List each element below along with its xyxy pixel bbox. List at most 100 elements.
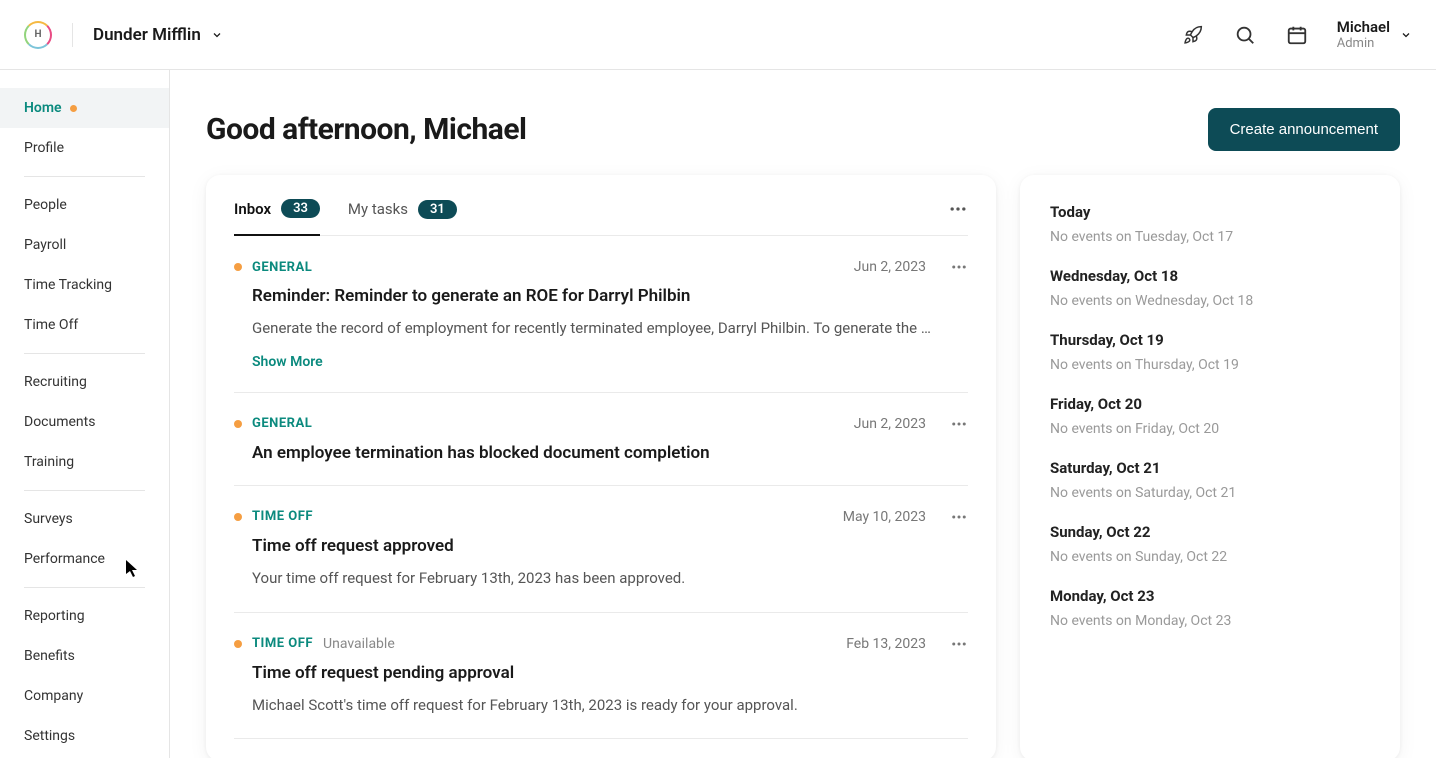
user-name: Michael — [1337, 18, 1390, 36]
inbox-list: GENERALJun 2, 2023 Reminder: Reminder to … — [234, 236, 968, 739]
inbox-item-title: Reminder: Reminder to generate an ROE fo… — [252, 286, 968, 306]
chevron-down-icon — [211, 29, 223, 41]
sidebar-item-home[interactable]: Home — [0, 88, 169, 128]
inbox-item-title: Time off request pending approval — [252, 663, 968, 683]
rocket-icon[interactable] — [1181, 23, 1205, 47]
sidebar-item-reporting[interactable]: Reporting — [0, 596, 169, 636]
notification-dot-icon — [70, 105, 77, 112]
tab-my-tasks[interactable]: My tasks 31 — [348, 200, 457, 235]
sidebar-item-label: Company — [24, 688, 83, 704]
inbox-item-menu-button[interactable] — [950, 508, 968, 526]
inbox-item-date: Feb 13, 2023 — [846, 636, 926, 652]
event-date: Friday, Oct 20 — [1050, 395, 1370, 413]
sidebar-item-recruiting[interactable]: Recruiting — [0, 362, 169, 402]
page-head: Good afternoon, Michael Create announcem… — [206, 108, 1400, 151]
inbox-item[interactable]: GENERALJun 2, 2023An employee terminatio… — [234, 393, 968, 486]
event-day: Saturday, Oct 21No events on Saturday, O… — [1050, 459, 1370, 501]
chevron-down-icon — [1400, 29, 1412, 41]
workspace-name: Dunder Mifflin — [93, 25, 201, 45]
header-right: Michael Admin — [1181, 18, 1412, 51]
event-day: Today No events on Tuesday, Oct 17 — [1050, 203, 1370, 245]
show-more-link[interactable]: Show More — [252, 354, 968, 370]
inbox-item[interactable]: TIME OFF May 10, 2023 Time off request app… — [234, 486, 968, 613]
unread-dot-icon — [234, 263, 242, 271]
sidebar-item-time-off[interactable]: Time Off — [0, 305, 169, 345]
inbox-item-category: TIME OFF — [252, 636, 313, 651]
unread-dot-icon — [234, 513, 242, 521]
event-day: Thursday, Oct 19No events on Thursday, O… — [1050, 331, 1370, 373]
inbox-item-header: GENERALJun 2, 2023 — [234, 258, 968, 276]
inbox-item-menu-button[interactable] — [950, 635, 968, 653]
inbox-item-body: Michael Scott's time off request for Feb… — [252, 695, 968, 717]
tab-inbox[interactable]: Inbox 33 — [234, 199, 320, 236]
search-icon[interactable] — [1233, 23, 1257, 47]
sidebar-item-training[interactable]: Training — [0, 442, 169, 482]
unread-dot-icon — [234, 640, 242, 648]
sidebar-item-label: Time Tracking — [24, 277, 112, 293]
inbox-item-date: Jun 2, 2023 — [854, 416, 926, 432]
sidebar-divider — [24, 176, 145, 177]
sidebar-divider — [24, 587, 145, 588]
inbox-item-date: May 10, 2023 — [843, 509, 926, 525]
event-empty-text: No events on Wednesday, Oct 18 — [1050, 293, 1370, 309]
inbox-item-header: TIME OFF Unavailable Feb 13, 2023 — [234, 635, 968, 653]
sidebar-item-time-tracking[interactable]: Time Tracking — [0, 265, 169, 305]
sidebar-item-label: Performance — [24, 551, 105, 567]
inbox-item-title: Time off request approved — [252, 536, 968, 556]
tab-inbox-count: 33 — [281, 199, 320, 218]
sidebar-item-label: Home — [24, 100, 62, 116]
user-menu[interactable]: Michael Admin — [1337, 18, 1412, 51]
sidebar-item-label: Training — [24, 454, 74, 470]
event-day: Friday, Oct 20 No events on Friday, Oct 2… — [1050, 395, 1370, 437]
event-empty-text: No events on Tuesday, Oct 17 — [1050, 229, 1370, 245]
inbox-item-menu-button[interactable] — [950, 415, 968, 433]
inbox-item-subcategory: Unavailable — [323, 636, 395, 652]
inbox-item[interactable]: GENERALJun 2, 2023 Reminder: Reminder to … — [234, 236, 968, 393]
inbox-item-body: Your time off request for February 13th,… — [252, 568, 968, 590]
sidebar-item-surveys[interactable]: Surveys — [0, 499, 169, 539]
inbox-item-header: GENERALJun 2, 2023 — [234, 415, 968, 433]
sidebar-item-payroll[interactable]: Payroll — [0, 225, 169, 265]
tab-mytasks-count: 31 — [418, 200, 457, 219]
create-announcement-button[interactable]: Create announcement — [1208, 108, 1400, 151]
sidebar-divider — [24, 353, 145, 354]
sidebar-item-label: Reporting — [24, 608, 85, 624]
events-card: TodayNo events on Tuesday, Oct 17Wednesd… — [1020, 175, 1400, 758]
inbox-item-category: TIME OFF — [252, 509, 313, 524]
sidebar-item-company[interactable]: Company — [0, 676, 169, 716]
workspace-switcher[interactable]: Dunder Mifflin — [93, 25, 223, 45]
sidebar-item-profile[interactable]: Profile — [0, 128, 169, 168]
sidebar-item-label: Settings — [24, 728, 75, 744]
event-date: Today — [1050, 203, 1370, 221]
event-empty-text: No events on Sunday, Oct 22 — [1050, 549, 1370, 565]
sidebar-item-label: People — [24, 197, 67, 213]
page-title: Good afternoon, Michael — [206, 112, 526, 147]
calendar-icon[interactable] — [1285, 23, 1309, 47]
event-date: Monday, Oct 23 — [1050, 587, 1370, 605]
app-header: H Dunder Mifflin Michael Admin — [0, 0, 1436, 70]
tabs-menu-button[interactable] — [948, 199, 968, 235]
inbox-item[interactable]: TIME OFF Unavailable Feb 13, 2023 Time off … — [234, 613, 968, 740]
user-text: Michael Admin — [1337, 18, 1390, 51]
sidebar-item-documents[interactable]: Documents — [0, 402, 169, 442]
sidebar-item-label: Recruiting — [24, 374, 87, 390]
inbox-tabs: Inbox 33 My tasks 31 — [234, 199, 968, 236]
user-role: Admin — [1337, 36, 1390, 51]
event-empty-text: No events on Friday, Oct 20 — [1050, 421, 1370, 437]
inbox-item-header: TIME OFF May 10, 2023 — [234, 508, 968, 526]
sidebar-item-settings[interactable]: Settings — [0, 716, 169, 756]
unread-dot-icon — [234, 420, 242, 428]
sidebar-item-label: Profile — [24, 140, 64, 156]
sidebar-item-people[interactable]: People — [0, 185, 169, 225]
sidebar-item-benefits[interactable]: Benefits — [0, 636, 169, 676]
event-empty-text: No events on Monday, Oct 23 — [1050, 613, 1370, 629]
event-date: Thursday, Oct 19 — [1050, 331, 1370, 349]
sidebar-item-label: Payroll — [24, 237, 66, 253]
sidebar-divider — [24, 490, 145, 491]
main-content: Good afternoon, Michael Create announcem… — [170, 70, 1436, 758]
inbox-item-menu-button[interactable] — [950, 258, 968, 276]
app-logo[interactable]: H — [24, 21, 52, 49]
event-date: Sunday, Oct 22 — [1050, 523, 1370, 541]
sidebar: Home Profile People Payroll Time Tracking Tim… — [0, 70, 170, 758]
sidebar-item-performance[interactable]: Performance — [0, 539, 169, 579]
